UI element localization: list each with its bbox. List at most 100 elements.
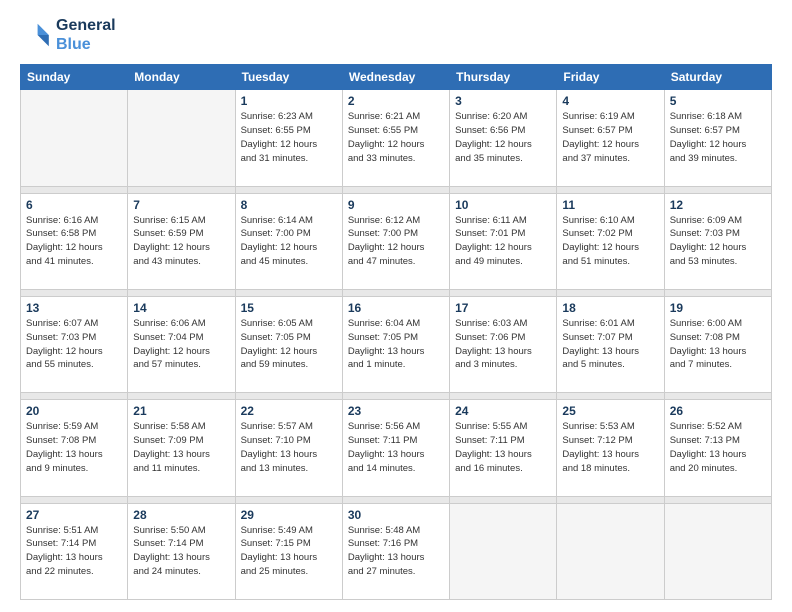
row-separator-cell [342, 496, 449, 503]
row-separator-cell [128, 186, 235, 193]
header: General Blue [20, 16, 772, 54]
calendar-cell: 26 Sunrise: 5:52 AM Sunset: 7:13 PM Dayli… [664, 400, 771, 496]
row-separator-cell [450, 289, 557, 296]
column-header-tuesday: Tuesday [235, 65, 342, 90]
calendar-table: SundayMondayTuesdayWednesdayThursdayFrid… [20, 64, 772, 600]
day-detail: Sunrise: 5:48 AM Sunset: 7:16 PM Dayligh… [348, 524, 444, 579]
calendar-cell: 18Sunrise: 6:01 AM Sunset: 7:07 PM Dayli… [557, 297, 664, 393]
day-detail: Sunrise: 5:57 AM Sunset: 7:10 PM Dayligh… [241, 420, 337, 475]
column-header-saturday: Saturday [664, 65, 771, 90]
row-separator-cell [235, 393, 342, 400]
logo: General Blue [20, 16, 116, 54]
row-separator-cell [21, 186, 128, 193]
row-separator-cell [128, 289, 235, 296]
day-number: 23 [348, 404, 444, 418]
day-detail: Sunrise: 6:21 AM Sunset: 6:55 PM Dayligh… [348, 110, 444, 165]
day-detail: Sunrise: 6:19 AM Sunset: 6:57 PM Dayligh… [562, 110, 658, 165]
row-separator-cell [128, 393, 235, 400]
day-detail: Sunrise: 5:52 AM Sunset: 7:13 PM Dayligh… [670, 420, 766, 475]
day-number: 24 [455, 404, 551, 418]
day-detail: Sunrise: 5:59 AM Sunset: 7:08 PM Dayligh… [26, 420, 122, 475]
calendar-cell: 28Sunrise: 5:50 AM Sunset: 7:14 PM Dayli… [128, 503, 235, 599]
day-detail: Sunrise: 5:56 AM Sunset: 7:11 PM Dayligh… [348, 420, 444, 475]
column-header-friday: Friday [557, 65, 664, 90]
day-number: 30 [348, 508, 444, 522]
day-number: 25 [562, 404, 658, 418]
calendar-cell: 20 Sunrise: 5:59 AM Sunset: 7:08 PM Dayli… [21, 400, 128, 496]
row-separator-cell [235, 289, 342, 296]
day-number: 19 [670, 301, 766, 315]
calendar-cell: 2 Sunrise: 6:21 AM Sunset: 6:55 PM Daylig… [342, 90, 449, 186]
row-separator-cell [664, 289, 771, 296]
day-number: 12 [670, 198, 766, 212]
day-number: 6 [26, 198, 122, 212]
row-separator-cell [342, 186, 449, 193]
row-separator-cell [235, 496, 342, 503]
day-detail: Sunrise: 6:20 AM Sunset: 6:56 PM Dayligh… [455, 110, 551, 165]
calendar-cell: 6Sunrise: 6:16 AM Sunset: 6:58 PM Daylig… [21, 193, 128, 289]
page: General Blue SundayMondayTuesdayWednesda… [0, 0, 792, 612]
column-header-thursday: Thursday [450, 65, 557, 90]
day-number: 8 [241, 198, 337, 212]
day-detail: Sunrise: 6:03 AM Sunset: 7:06 PM Dayligh… [455, 317, 551, 372]
day-detail: Sunrise: 6:11 AM Sunset: 7:01 PM Dayligh… [455, 214, 551, 269]
row-separator-cell [235, 186, 342, 193]
day-number: 10 [455, 198, 551, 212]
day-detail: Sunrise: 6:15 AM Sunset: 6:59 PM Dayligh… [133, 214, 229, 269]
column-header-wednesday: Wednesday [342, 65, 449, 90]
day-number: 17 [455, 301, 551, 315]
day-detail: Sunrise: 6:00 AM Sunset: 7:08 PM Dayligh… [670, 317, 766, 372]
row-separator-cell [557, 289, 664, 296]
calendar-cell: 30 Sunrise: 5:48 AM Sunset: 7:16 PM Dayli… [342, 503, 449, 599]
day-detail: Sunrise: 6:18 AM Sunset: 6:57 PM Dayligh… [670, 110, 766, 165]
day-number: 21 [133, 404, 229, 418]
calendar-cell [21, 90, 128, 186]
calendar-cell: 19 Sunrise: 6:00 AM Sunset: 7:08 PM Dayli… [664, 297, 771, 393]
calendar-cell: 15Sunrise: 6:05 AM Sunset: 7:05 PM Dayli… [235, 297, 342, 393]
calendar-cell: 10 Sunrise: 6:11 AM Sunset: 7:01 PM Dayli… [450, 193, 557, 289]
row-separator-cell [450, 393, 557, 400]
day-number: 27 [26, 508, 122, 522]
row-separator-cell [664, 393, 771, 400]
calendar-cell: 29 Sunrise: 5:49 AM Sunset: 7:15 PM Dayli… [235, 503, 342, 599]
day-number: 29 [241, 508, 337, 522]
calendar-cell: 11Sunrise: 6:10 AM Sunset: 7:02 PM Dayli… [557, 193, 664, 289]
day-detail: Sunrise: 5:49 AM Sunset: 7:15 PM Dayligh… [241, 524, 337, 579]
day-detail: Sunrise: 5:55 AM Sunset: 7:11 PM Dayligh… [455, 420, 551, 475]
calendar-cell: 16Sunrise: 6:04 AM Sunset: 7:05 PM Dayli… [342, 297, 449, 393]
day-number: 11 [562, 198, 658, 212]
row-separator-cell [557, 186, 664, 193]
row-separator-cell [557, 393, 664, 400]
day-detail: Sunrise: 5:51 AM Sunset: 7:14 PM Dayligh… [26, 524, 122, 579]
day-number: 26 [670, 404, 766, 418]
row-separator-cell [21, 496, 128, 503]
column-header-sunday: Sunday [21, 65, 128, 90]
calendar-cell: 27 Sunrise: 5:51 AM Sunset: 7:14 PM Dayli… [21, 503, 128, 599]
calendar-cell: 23 Sunrise: 5:56 AM Sunset: 7:11 PM Dayli… [342, 400, 449, 496]
logo-text: General Blue [56, 16, 116, 54]
calendar-cell: 1 Sunrise: 6:23 AM Sunset: 6:55 PM Daylig… [235, 90, 342, 186]
day-number: 20 [26, 404, 122, 418]
day-detail: Sunrise: 5:50 AM Sunset: 7:14 PM Dayligh… [133, 524, 229, 579]
day-number: 9 [348, 198, 444, 212]
day-number: 1 [241, 94, 337, 108]
day-number: 3 [455, 94, 551, 108]
day-number: 14 [133, 301, 229, 315]
day-detail: Sunrise: 6:09 AM Sunset: 7:03 PM Dayligh… [670, 214, 766, 269]
day-detail: Sunrise: 6:23 AM Sunset: 6:55 PM Dayligh… [241, 110, 337, 165]
row-separator-cell [21, 289, 128, 296]
day-number: 5 [670, 94, 766, 108]
calendar-cell [450, 503, 557, 599]
day-number: 7 [133, 198, 229, 212]
day-detail: Sunrise: 6:01 AM Sunset: 7:07 PM Dayligh… [562, 317, 658, 372]
calendar-cell [664, 503, 771, 599]
day-detail: Sunrise: 5:58 AM Sunset: 7:09 PM Dayligh… [133, 420, 229, 475]
day-number: 13 [26, 301, 122, 315]
row-separator-cell [342, 393, 449, 400]
row-separator-cell [128, 496, 235, 503]
calendar-cell [128, 90, 235, 186]
day-number: 2 [348, 94, 444, 108]
row-separator-cell [21, 393, 128, 400]
day-detail: Sunrise: 6:04 AM Sunset: 7:05 PM Dayligh… [348, 317, 444, 372]
day-detail: Sunrise: 6:12 AM Sunset: 7:00 PM Dayligh… [348, 214, 444, 269]
